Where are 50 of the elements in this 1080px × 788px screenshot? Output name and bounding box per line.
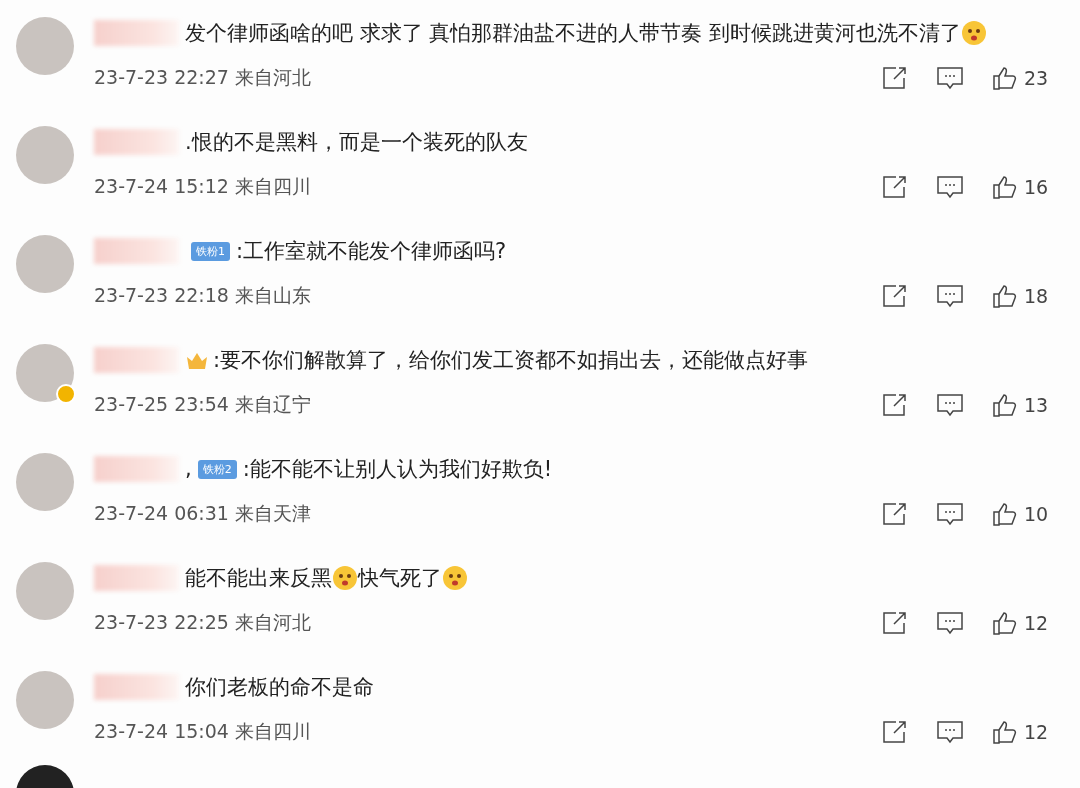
share-icon[interactable]: [882, 284, 908, 308]
like-count: 23: [1024, 67, 1050, 89]
comment-text: :能不能不让别人认为我们好欺负!: [242, 456, 553, 483]
like-icon[interactable]: [992, 66, 1018, 90]
verified-badge-icon: [56, 384, 76, 404]
comment-text: .恨的不是黑料，而是一个装死的队友: [185, 129, 528, 156]
share-icon[interactable]: [882, 66, 908, 90]
comment-icon[interactable]: [937, 175, 963, 199]
like-count: 10: [1024, 503, 1050, 525]
comment-time: 23-7-23 22:18 来自山东: [94, 283, 312, 308]
comment-icon[interactable]: [937, 284, 963, 308]
comment-icon[interactable]: [937, 502, 963, 526]
comment-icon[interactable]: [937, 720, 963, 744]
emoji-icon: [961, 20, 988, 46]
like-count: 12: [1024, 721, 1050, 743]
share-icon[interactable]: [882, 720, 908, 744]
fan-badge: 铁粉2: [197, 459, 237, 479]
share-icon[interactable]: [882, 611, 908, 635]
like-icon[interactable]: [992, 611, 1018, 635]
share-icon[interactable]: [882, 502, 908, 526]
comment-icon[interactable]: [937, 66, 963, 90]
like-icon[interactable]: [992, 175, 1018, 199]
like-icon[interactable]: [992, 720, 1018, 744]
comment-icon[interactable]: [937, 611, 963, 635]
comment-icon[interactable]: [937, 393, 963, 417]
comment-text: 你们老板的命不是命: [185, 674, 374, 701]
comment-text: :工作室就不能发个律师函吗?: [236, 238, 507, 265]
comment-time: 23-7-23 22:27 来自河北: [94, 65, 312, 90]
emoji-icon: [332, 565, 358, 591]
fan-badge: 铁粉1: [191, 241, 230, 261]
share-icon[interactable]: [882, 175, 908, 199]
like-icon[interactable]: [992, 502, 1018, 526]
like-icon[interactable]: [992, 393, 1018, 417]
comment-text: :要不你们解散算了，给你们发工资都不如捐出去，还能做点好事: [213, 347, 809, 374]
comment-time: 23-7-24 15:04 来自四川: [94, 719, 312, 744]
like-count: 16: [1024, 176, 1050, 198]
comment-time: 23-7-24 15:12 来自四川: [94, 174, 312, 199]
like-count: 12: [1024, 612, 1050, 634]
comment-time: 23-7-24 06:31 来自天津: [94, 501, 312, 526]
like-count: 13: [1024, 394, 1050, 416]
comment-time: 23-7-25 23:54 来自辽宁: [94, 392, 312, 417]
comment-time: 23-7-23 22:25 来自河北: [94, 610, 312, 635]
share-icon[interactable]: [882, 393, 908, 417]
like-count: 18: [1024, 285, 1050, 307]
emoji-icon: [442, 565, 468, 591]
like-icon[interactable]: [992, 284, 1018, 308]
comment-text: 发个律师函啥的吧 求求了 真怕那群油盐不进的人带节奏 到时候跳进黄河也洗不清了: [185, 20, 962, 47]
comment-text: 快气死了: [358, 565, 442, 592]
comment-text: 能不能出来反黑: [185, 565, 332, 592]
comment-text: ,: [185, 457, 192, 481]
